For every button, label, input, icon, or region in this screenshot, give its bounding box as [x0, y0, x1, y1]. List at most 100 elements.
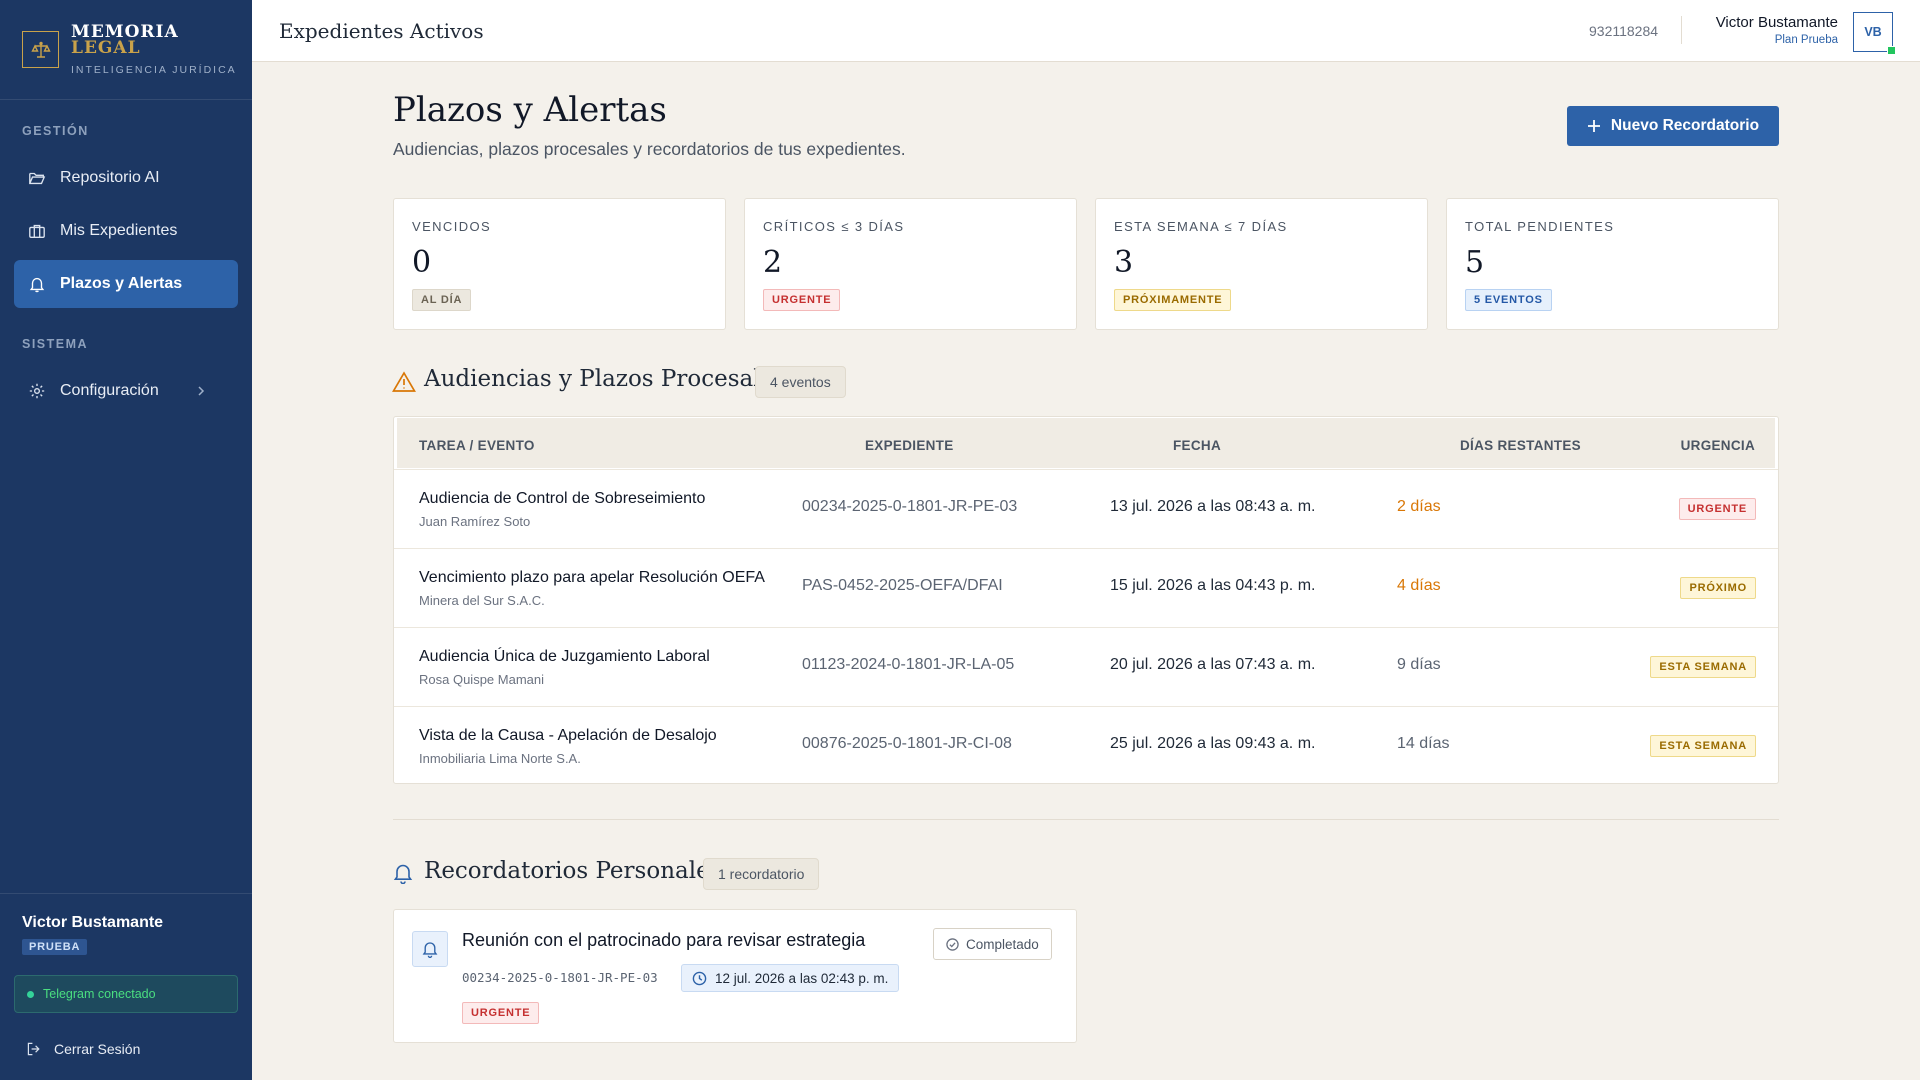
row-expediente: 01123-2024-0-1801-JR-LA-05: [802, 656, 1015, 673]
status-dot-icon: [27, 990, 34, 998]
topbar-title: Expedientes Activos: [279, 19, 484, 43]
row-dias: 2 días: [1397, 498, 1441, 515]
stat-value: 5: [1465, 245, 1485, 280]
stat-value: 0: [412, 245, 432, 280]
reminder-urgency-badge: URGENTE: [462, 1002, 540, 1024]
reminder-card[interactable]: Reunión con el patrocinado para revisar …: [393, 909, 1077, 1043]
bell-icon: [29, 277, 45, 293]
folder-open-icon: [29, 172, 46, 185]
row-client: Minera del Sur S.A.C.: [419, 593, 545, 608]
row-title: Vista de la Causa - Apelación de Desaloj…: [419, 727, 717, 744]
hearings-table: TAREA / EVENTO EXPEDIENTE FECHA DÍAS RES…: [393, 416, 1779, 784]
topbar-user-plan: Plan Prueba: [1774, 34, 1838, 46]
col-dias: DÍAS RESTANTES: [1460, 438, 1581, 453]
table-header: TAREA / EVENTO EXPEDIENTE FECHA DÍAS RES…: [397, 418, 1775, 468]
plan-badge: PRUEBA: [22, 939, 88, 955]
logout-icon: [27, 1042, 40, 1056]
hearings-count: 4 eventos: [755, 366, 846, 398]
new-reminder-label: Nuevo Recordatorio: [1610, 117, 1760, 134]
stat-label: CRÍTICOS ≤ 3 DÍAS: [763, 219, 905, 234]
nav-section-gestion: GESTIÓN: [22, 124, 89, 138]
telegram-status-label: Telegram conectado: [43, 987, 156, 1001]
sidebar-item-expedientes[interactable]: Mis Expedientes: [14, 207, 238, 255]
bell-icon: [393, 864, 413, 884]
bell-icon: [422, 942, 438, 958]
stat-card-vencidos: VENCIDOS 0 AL DÍA: [393, 198, 726, 330]
reminders-count: 1 recordatorio: [703, 858, 820, 890]
table-row[interactable]: Audiencia Única de Juzgamiento Laboral R…: [394, 627, 1778, 706]
briefcase-icon: [29, 224, 45, 238]
online-indicator: [1887, 46, 1896, 55]
warning-icon: [392, 371, 416, 392]
topbar-user-name: Victor Bustamante: [1715, 14, 1838, 31]
col-fecha: FECHA: [1173, 438, 1221, 453]
telegram-status[interactable]: Telegram conectado: [14, 975, 238, 1013]
complete-button[interactable]: Completado: [933, 928, 1052, 960]
sidebar-item-plazos[interactable]: Plazos y Alertas: [14, 260, 238, 308]
check-circle-icon: [946, 937, 959, 951]
table-row[interactable]: Vencimiento plazo para apelar Resolución…: [394, 548, 1778, 627]
sidebar-footer: Victor Bustamante PRUEBA Telegram conect…: [0, 893, 252, 1057]
col-tarea: TAREA / EVENTO: [419, 438, 535, 453]
row-client: Inmobiliaria Lima Norte S.A.: [419, 751, 581, 766]
table-row[interactable]: Vista de la Causa - Apelación de Desaloj…: [394, 706, 1778, 783]
sidebar-item-configuracion[interactable]: Configuración: [14, 367, 238, 415]
reminder-expediente: 00234-2025-0-1801-JR-PE-03: [462, 970, 658, 985]
avatar[interactable]: VB: [1853, 12, 1896, 55]
urgency-badge: ESTA SEMANA: [1650, 735, 1756, 757]
complete-label: Completado: [966, 936, 1039, 952]
row-title: Vencimiento plazo para apelar Resolución…: [419, 569, 765, 586]
stat-card-criticos: CRÍTICOS ≤ 3 DÍAS 2 URGENTE: [744, 198, 1077, 330]
brand-tagline: INTELIGENCIA JURÍDICA: [71, 63, 237, 76]
stat-badge: AL DÍA: [412, 289, 472, 311]
row-client: Rosa Quispe Mamani: [419, 672, 544, 687]
topbar-divider: [1681, 16, 1682, 44]
reminder-date: 12 jul. 2026 a las 02:43 p. m.: [715, 970, 889, 986]
topbar-user[interactable]: Victor Bustamante Plan Prueba: [1716, 14, 1838, 46]
row-dias: 9 días: [1397, 656, 1441, 673]
page-title: Plazos y Alertas: [393, 90, 667, 130]
stat-badge: 5 EVENTOS: [1465, 289, 1552, 311]
stat-value: 3: [1114, 245, 1134, 280]
reminders-title: Recordatorios Personales: [424, 858, 722, 884]
sidebar-item-label: Repositorio AI: [60, 169, 160, 186]
stat-value: 2: [763, 245, 783, 280]
sidebar-user-name: Victor Bustamante: [22, 914, 164, 931]
stat-label: TOTAL PENDIENTES: [1465, 219, 1615, 234]
brand[interactable]: MEMORIA LEGAL INTELIGENCIA JURÍDICA: [0, 0, 252, 100]
reminder-title: Reunión con el patrocinado para revisar …: [462, 930, 866, 950]
nav-section-sistema: SISTEMA: [22, 337, 89, 351]
row-title: Audiencia Única de Juzgamiento Laboral: [419, 648, 710, 665]
row-expediente: PAS-0452-2025-OEFA/DFAI: [802, 577, 1003, 594]
page-subtitle: Audiencias, plazos procesales y recordat…: [393, 139, 906, 159]
chevron-right-icon: [198, 386, 205, 396]
reminder-date-chip: 12 jul. 2026 a las 02:43 p. m.: [681, 964, 900, 992]
table-row[interactable]: Audiencia de Control de Sobreseimiento J…: [394, 469, 1778, 548]
logout-label: Cerrar Sesión: [54, 1041, 141, 1057]
sidebar: MEMORIA LEGAL INTELIGENCIA JURÍDICA GEST…: [0, 0, 252, 1080]
col-urgencia: URGENCIA: [1680, 438, 1755, 453]
plus-icon: [1587, 120, 1600, 132]
row-dias: 4 días: [1397, 577, 1441, 594]
topbar: Expedientes Activos 932118284 Victor Bus…: [252, 0, 1920, 62]
new-reminder-button[interactable]: Nuevo Recordatorio: [1567, 106, 1779, 146]
row-expediente: 00876-2025-0-1801-JR-CI-08: [802, 735, 1012, 752]
row-fecha: 25 jul. 2026 a las 09:43 a. m.: [1110, 735, 1316, 752]
section-divider: [393, 819, 1779, 820]
brand-name-line2: LEGAL: [71, 37, 141, 58]
clock-icon: [692, 971, 707, 985]
col-expediente: EXPEDIENTE: [865, 438, 954, 453]
stat-label: ESTA SEMANA ≤ 7 DÍAS: [1114, 219, 1288, 234]
row-fecha: 20 jul. 2026 a las 07:43 a. m.: [1110, 656, 1316, 673]
scales-icon: [22, 31, 59, 68]
urgency-badge: URGENTE: [1678, 498, 1756, 520]
row-dias: 14 días: [1397, 735, 1450, 752]
logout-button[interactable]: Cerrar Sesión: [14, 1034, 140, 1064]
gear-icon: [29, 383, 45, 399]
sidebar-item-label: Configuración: [60, 382, 159, 399]
reminder-bell-badge: [412, 931, 448, 967]
sidebar-item-repositorio[interactable]: Repositorio AI: [14, 154, 238, 202]
stat-badge: PRÓXIMAMENTE: [1114, 289, 1232, 311]
urgency-badge: PRÓXIMO: [1680, 577, 1756, 599]
stat-label: VENCIDOS: [412, 219, 492, 234]
